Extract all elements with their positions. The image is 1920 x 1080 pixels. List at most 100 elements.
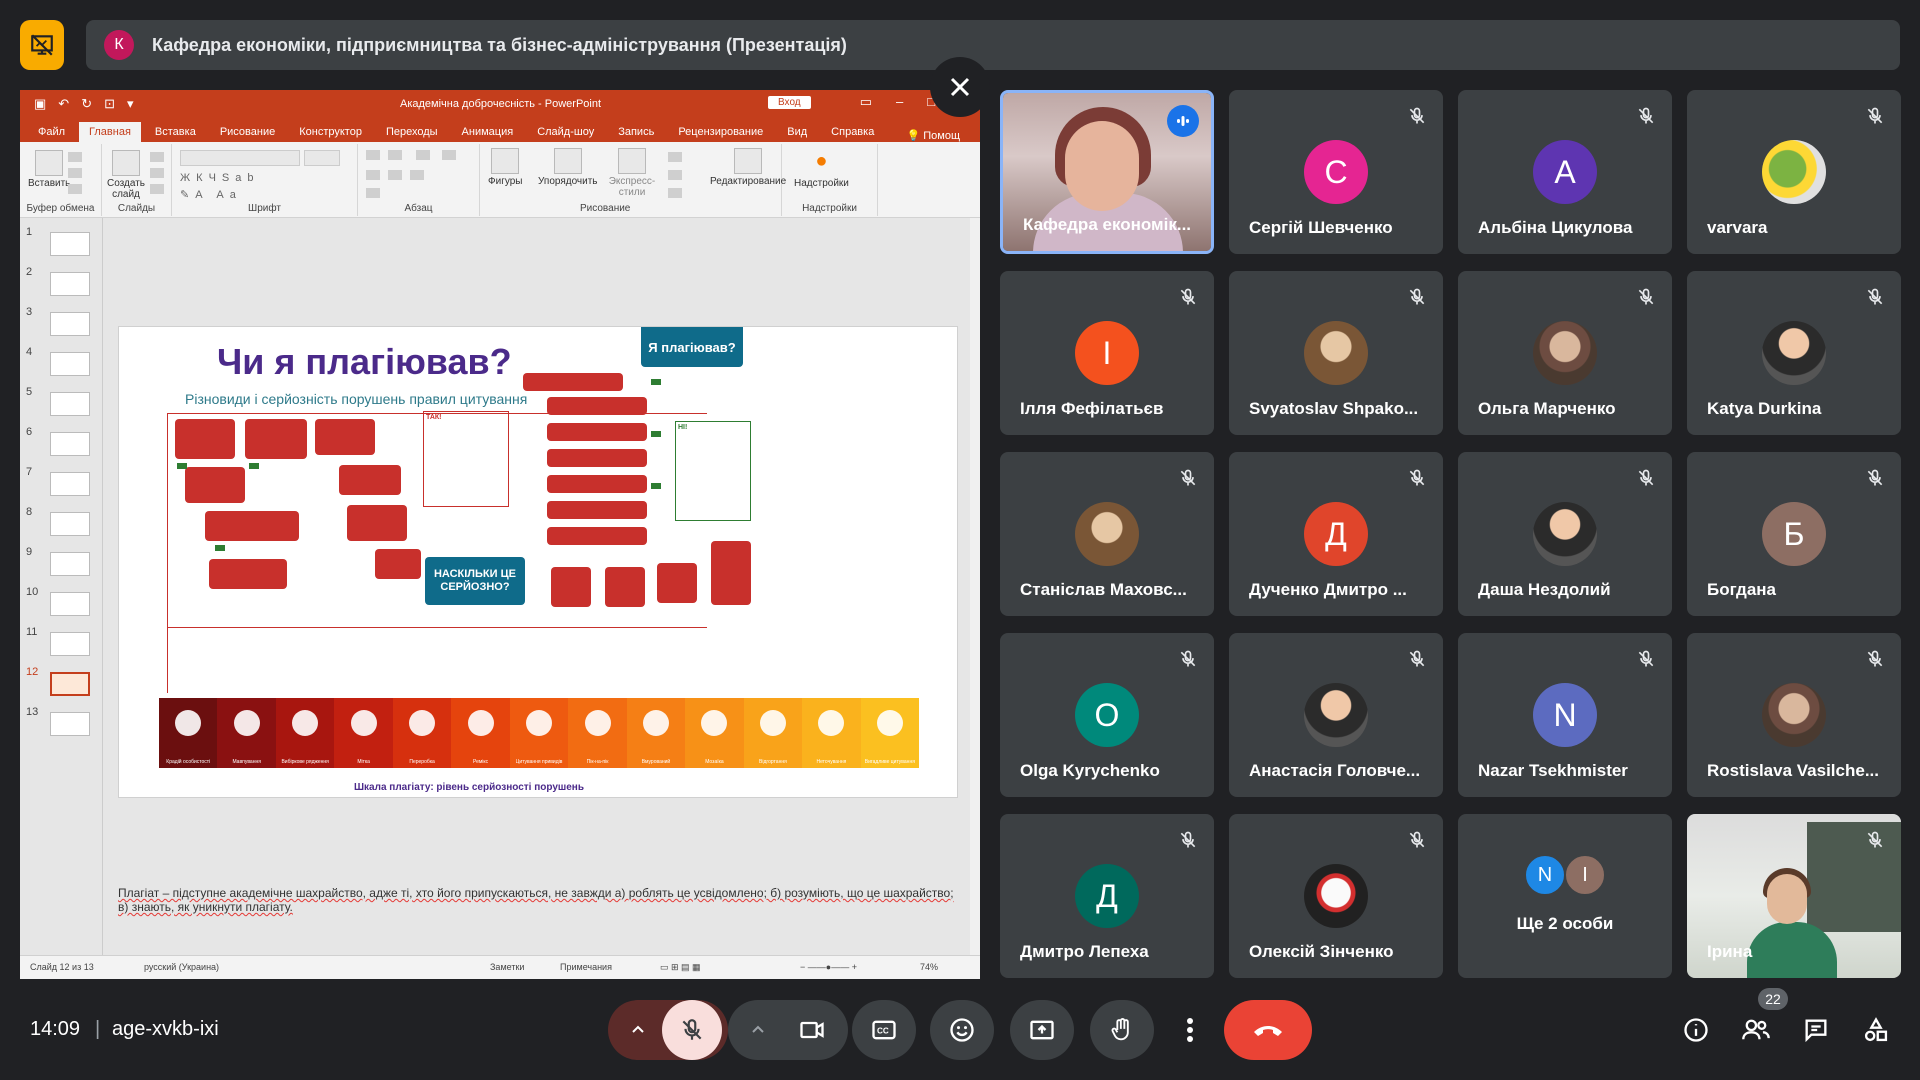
slide-thumbnail[interactable]: 8: [26, 506, 94, 542]
ribbon-tab[interactable]: Справка: [821, 122, 884, 142]
mic-options-button[interactable]: [614, 1000, 662, 1060]
slide-thumbnail[interactable]: 11: [26, 626, 94, 662]
help-search[interactable]: 💡 Помощ: [906, 129, 960, 142]
participant-tile[interactable]: varvara: [1687, 90, 1901, 254]
slide-thumbnail[interactable]: 13: [26, 706, 94, 742]
paste-button[interactable]: Вставить: [28, 150, 70, 189]
participant-tile[interactable]: N Nazar Tsekhmister: [1458, 633, 1672, 797]
ribbon-tab[interactable]: Анимация: [452, 122, 524, 142]
express-styles-button[interactable]: Экспресс-стили: [604, 148, 660, 198]
reset-icon[interactable]: [150, 168, 164, 178]
meeting-details-button[interactable]: [1676, 1010, 1716, 1050]
ribbon-tab[interactable]: Переходы: [376, 122, 448, 142]
participant-tile[interactable]: Станіслав Маховс...: [1000, 452, 1214, 616]
ribbon-tab[interactable]: Вид: [777, 122, 817, 142]
font-size-select[interactable]: [304, 150, 340, 166]
font-format-buttons[interactable]: ЖКЧSab: [180, 172, 259, 184]
participant-tile[interactable]: І Ілля Фефілатьєв: [1000, 271, 1214, 435]
arrange-button[interactable]: Упорядочить: [538, 148, 598, 187]
slide-thumbnail[interactable]: 10: [26, 586, 94, 622]
close-presentation-button[interactable]: [930, 57, 990, 117]
mic-toggle-button[interactable]: [662, 1000, 722, 1060]
align-center-icon[interactable]: [388, 170, 402, 180]
ribbon-tab[interactable]: Главная: [79, 122, 141, 142]
present-button[interactable]: [1010, 1000, 1074, 1060]
participant-tile[interactable]: Katya Durkina: [1687, 271, 1901, 435]
slide-thumbnail[interactable]: 9: [26, 546, 94, 582]
people-button[interactable]: [1736, 1010, 1776, 1050]
participant-tile[interactable]: А Альбіна Цикулова: [1458, 90, 1672, 254]
align-left-icon[interactable]: [366, 170, 380, 180]
participant-tile[interactable]: Ірина: [1687, 814, 1901, 978]
shape-outline-icon[interactable]: [668, 170, 682, 180]
customize-icon[interactable]: ▾: [127, 96, 134, 112]
shape-effects-icon[interactable]: [668, 188, 682, 198]
line-spacing-icon[interactable]: [416, 150, 430, 160]
participant-tile[interactable]: Svyatoslav Shpako...: [1229, 271, 1443, 435]
ribbon-tab[interactable]: Запись: [608, 122, 664, 142]
participant-tile[interactable]: Олексій Зінченко: [1229, 814, 1443, 978]
justify-icon[interactable]: [366, 188, 380, 198]
ribbon-tab[interactable]: Рисование: [210, 122, 285, 142]
language-status[interactable]: русский (Украина): [144, 962, 219, 972]
minimize-icon[interactable]: –: [896, 94, 903, 110]
save-icon[interactable]: ▣: [34, 96, 46, 112]
format-painter-icon[interactable]: [68, 184, 82, 194]
vertical-scrollbar[interactable]: [970, 218, 980, 955]
slide-thumbnail[interactable]: 4: [26, 346, 94, 382]
font-color-buttons[interactable]: ✎A Aa: [180, 188, 242, 201]
undo-icon[interactable]: ↶: [58, 96, 69, 112]
slide-thumbnail[interactable]: 1: [26, 226, 94, 262]
participant-tile[interactable]: Б Богдана: [1687, 452, 1901, 616]
participant-tile[interactable]: N І Ще 2 особи: [1458, 814, 1672, 978]
participant-tile[interactable]: Д Дученко Дмитро ...: [1229, 452, 1443, 616]
copy-icon[interactable]: [68, 168, 82, 178]
view-buttons[interactable]: ▭ ⊞ ▤ ▦: [660, 962, 701, 973]
section-icon[interactable]: [150, 184, 164, 194]
cut-icon[interactable]: [68, 152, 82, 162]
ribbon-tab[interactable]: Рецензирование: [668, 122, 773, 142]
reactions-button[interactable]: [930, 1000, 994, 1060]
chat-button[interactable]: [1796, 1010, 1836, 1050]
shape-fill-icon[interactable]: [668, 152, 682, 162]
ribbon-tab[interactable]: Файл: [28, 122, 75, 142]
new-slide-button[interactable]: Создать слайд: [106, 150, 146, 200]
presentation-off-button[interactable]: [20, 20, 64, 70]
ribbon-display-icon[interactable]: ▭: [860, 94, 872, 110]
redo-icon[interactable]: ↻: [81, 96, 92, 112]
ribbon-tab[interactable]: Слайд-шоу: [527, 122, 604, 142]
leave-call-button[interactable]: [1224, 1000, 1312, 1060]
notes-button[interactable]: Заметки: [490, 962, 524, 972]
align-right-icon[interactable]: [410, 170, 424, 180]
slide-thumbnail[interactable]: 6: [26, 426, 94, 462]
ribbon-tab[interactable]: Конструктор: [289, 122, 372, 142]
layout-icon[interactable]: [150, 152, 164, 162]
numbering-icon[interactable]: [388, 150, 402, 160]
slide-thumbnail[interactable]: 7: [26, 466, 94, 502]
camera-options-button[interactable]: [734, 1000, 782, 1060]
participant-tile[interactable]: Д Дмитро Лепеха: [1000, 814, 1214, 978]
text-direction-icon[interactable]: [442, 150, 456, 160]
participant-tile[interactable]: С Сергій Шевченко: [1229, 90, 1443, 254]
zoom-slider[interactable]: − ——●—— +: [800, 962, 857, 972]
camera-toggle-button[interactable]: [782, 1000, 842, 1060]
participant-tile[interactable]: Ольга Марченко: [1458, 271, 1672, 435]
participant-tile[interactable]: О Olga Kyrychenko: [1000, 633, 1214, 797]
more-options-button[interactable]: [1168, 1000, 1212, 1060]
ribbon-tab[interactable]: Вставка: [145, 122, 206, 142]
slide-thumbnail[interactable]: 3: [26, 306, 94, 342]
slide-thumbnail[interactable]: 12: [26, 666, 94, 702]
slideshow-icon[interactable]: ⊡: [104, 96, 115, 112]
captions-button[interactable]: CC: [852, 1000, 916, 1060]
login-button[interactable]: Вход: [768, 96, 811, 109]
raise-hand-button[interactable]: [1090, 1000, 1154, 1060]
comments-button[interactable]: Примечания: [560, 962, 612, 972]
bullets-icon[interactable]: [366, 150, 380, 160]
participant-tile[interactable]: Кафедра економік...: [1000, 90, 1214, 254]
editing-button[interactable]: Редактирование: [710, 148, 786, 187]
speaker-notes[interactable]: Плагіат – підступне академічне шахрайств…: [118, 886, 958, 914]
activities-button[interactable]: [1856, 1010, 1896, 1050]
shapes-button[interactable]: Фигуры: [488, 148, 522, 187]
slide-thumbnail[interactable]: 2: [26, 266, 94, 302]
addins-button[interactable]: ● Надстройки: [794, 150, 849, 189]
